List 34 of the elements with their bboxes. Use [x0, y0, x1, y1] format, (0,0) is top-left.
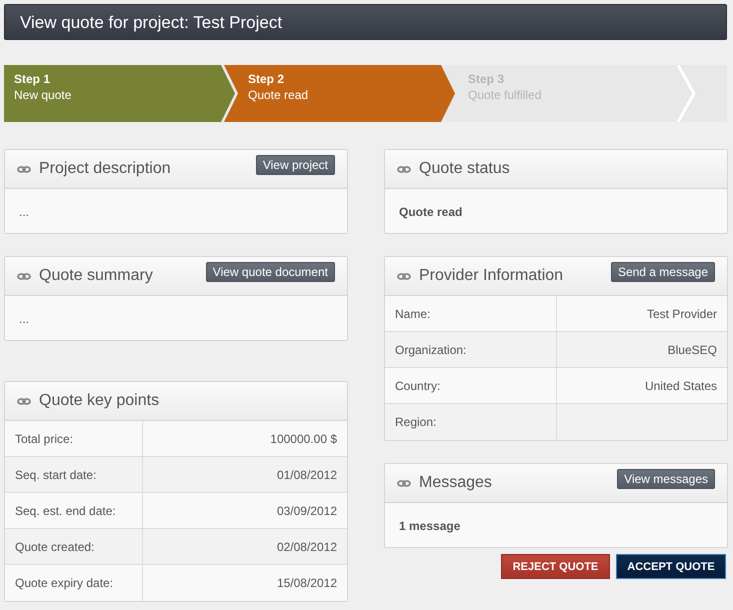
- panel-button[interactable]: Send a message: [610, 262, 715, 282]
- panel-title: Project description: [39, 160, 172, 178]
- progress-step: Step 1 New quote: [4, 65, 235, 122]
- panel-title: Provider Information: [419, 267, 564, 285]
- row-value: 02/08/2012: [142, 529, 347, 565]
- progress-step: Step 2 Quote read: [224, 65, 455, 122]
- panel-text: Quote read: [398, 204, 464, 221]
- link-icon: [397, 272, 411, 280]
- page-title: View quote for project: Test Project: [4, 4, 727, 40]
- accept-button[interactable]: ACCEPT QUOTE: [616, 554, 726, 579]
- reject-button[interactable]: REJECT QUOTE: [501, 554, 610, 579]
- panel-title: Quote status: [419, 160, 511, 178]
- panel-title: Quote key points: [39, 392, 160, 410]
- panel-button[interactable]: View messages: [617, 469, 715, 489]
- panel-title: Messages: [419, 474, 493, 492]
- link-icon: [17, 398, 31, 404]
- panel-text: ...: [18, 204, 30, 221]
- row-label: Seq. start date:: [5, 457, 142, 493]
- panel-button[interactable]: View quote document: [206, 262, 335, 282]
- panel-title: Quote summary: [39, 267, 154, 285]
- panel-button[interactable]: View project: [256, 155, 335, 175]
- row-value: 15/08/2012: [142, 565, 347, 601]
- row-value: BlueSEQ: [556, 332, 727, 368]
- row-label: Region:: [385, 404, 556, 440]
- panel-text: 1 message: [398, 518, 462, 535]
- link-icon: [17, 166, 31, 172]
- link-icon: [17, 272, 31, 280]
- row-label: Organization:: [385, 332, 556, 368]
- panel-text: ...: [18, 311, 30, 328]
- link-icon: [397, 166, 411, 172]
- row-label: Quote created:: [5, 529, 142, 565]
- row-value: 01/08/2012: [142, 457, 347, 493]
- link-icon: [397, 480, 411, 486]
- row-label: Quote expiry date:: [14, 575, 114, 592]
